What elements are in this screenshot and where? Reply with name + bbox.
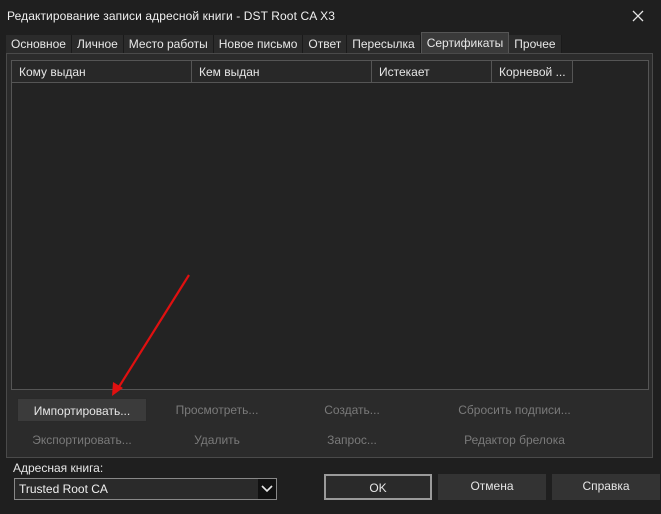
column-root[interactable]: Корневой ...: [492, 61, 573, 83]
tab-other[interactable]: Прочее: [509, 35, 562, 53]
cancel-button[interactable]: Отмена: [438, 474, 546, 500]
column-issued-to[interactable]: Кому выдан: [12, 61, 192, 83]
tab-new-message[interactable]: Новое письмо: [213, 35, 304, 53]
tab-forward[interactable]: Пересылка: [347, 35, 421, 53]
import-button[interactable]: Импортировать...: [17, 398, 147, 422]
close-button[interactable]: [615, 0, 661, 32]
tab-basic[interactable]: Основное: [6, 35, 72, 53]
address-book-select[interactable]: Trusted Root CA: [14, 478, 277, 500]
address-book-value: Trusted Root CA: [19, 482, 108, 496]
window-title: Редактирование записи адресной книги - D…: [7, 9, 335, 23]
tab-certificates[interactable]: Сертификаты: [420, 32, 510, 53]
tab-reply[interactable]: Ответ: [303, 35, 348, 53]
tab-personal[interactable]: Личное: [71, 35, 124, 53]
list-header: Кому выдан Кем выдан Истекает Корневой .…: [12, 61, 648, 83]
reset-signatures-button[interactable]: Сбросить подписи...: [447, 398, 582, 422]
title-bar: Редактирование записи адресной книги - D…: [0, 0, 661, 32]
request-button[interactable]: Запрос...: [297, 428, 407, 452]
certificate-list[interactable]: Кому выдан Кем выдан Истекает Корневой .…: [11, 60, 649, 390]
tab-bar: Основное Личное Место работы Новое письм…: [6, 32, 562, 53]
close-icon: [632, 10, 644, 22]
column-issued-by[interactable]: Кем выдан: [192, 61, 372, 83]
help-button[interactable]: Справка: [552, 474, 660, 500]
keyring-editor-button[interactable]: Редактор брелока: [447, 428, 582, 452]
create-button[interactable]: Создать...: [297, 398, 407, 422]
view-button[interactable]: Просмотреть...: [157, 398, 277, 422]
certificates-panel: Кому выдан Кем выдан Истекает Корневой .…: [6, 53, 653, 458]
delete-button[interactable]: Удалить: [157, 428, 277, 452]
ok-button[interactable]: OK: [324, 474, 432, 500]
tab-work[interactable]: Место работы: [123, 35, 214, 53]
column-expires[interactable]: Истекает: [372, 61, 492, 83]
address-book-label: Адресная книга:: [13, 461, 104, 475]
export-button[interactable]: Экспортировать...: [17, 428, 147, 452]
chevron-down-icon[interactable]: [258, 479, 276, 499]
